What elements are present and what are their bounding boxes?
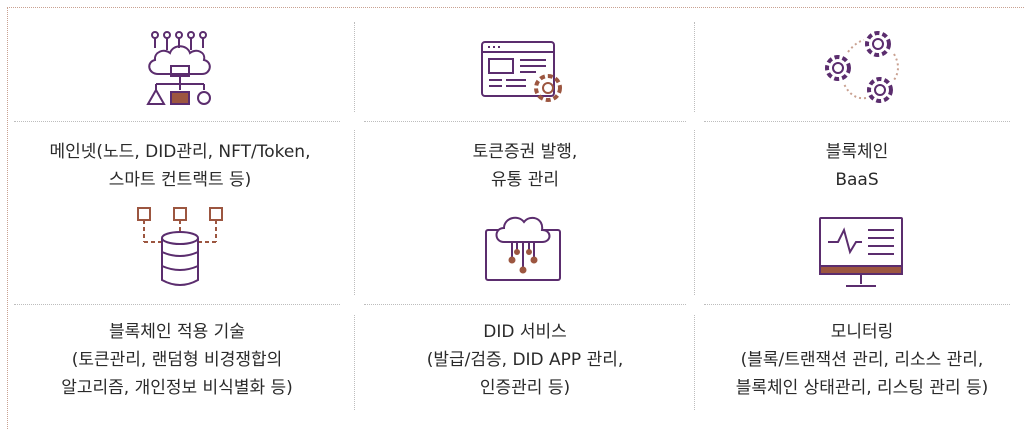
label-line: 스마트 컨트랙트 등) — [108, 170, 252, 190]
column-divider — [694, 315, 695, 410]
item-label-did-service: DID 서비스 (발급/검증, DID APP 관리, 인증관리 등) — [364, 318, 686, 402]
column-divider — [354, 130, 355, 295]
row-divider — [364, 304, 686, 305]
item-label-mainnet: 메인넷(노드, DID관리, NFT/Token, 스마트 컨트랙트 등) — [20, 138, 340, 194]
cloud-network-icon — [485, 216, 561, 281]
column-divider — [694, 22, 695, 112]
column-divider — [694, 130, 695, 295]
label-line: 알고리즘, 개인정보 비식별화 등) — [61, 378, 293, 398]
database-icon — [137, 207, 223, 286]
monitor-icon — [819, 217, 903, 287]
label-line: 블록체인 상태관리, 리스팅 관리 등) — [735, 378, 989, 398]
label-line: (블록/트랜잭션 관리, 리소스 관리, — [740, 350, 984, 370]
label-line: 블록체인 — [825, 142, 889, 162]
label-line: 모니터링 — [830, 322, 894, 342]
label-line: 인증관리 등) — [479, 378, 571, 398]
label-line: DID 서비스 — [483, 322, 567, 342]
web-settings-icon — [481, 41, 562, 102]
row-divider — [364, 121, 686, 122]
item-label-baas: 블록체인 BaaS — [704, 138, 1010, 194]
label-line: 메인넷(노드, DID관리, NFT/Token, — [49, 142, 311, 162]
item-label-token-securities: 토큰증권 발행, 유통 관리 — [364, 138, 686, 194]
column-divider — [354, 22, 355, 112]
column-divider — [354, 315, 355, 410]
label-line: (토큰관리, 랜덤형 비경쟁합의 — [71, 350, 283, 370]
row-divider — [14, 304, 340, 305]
gears-icon — [825, 31, 899, 103]
row-divider — [14, 121, 340, 122]
mainnet-network-icon — [146, 31, 211, 105]
label-line: (발급/검증, DID APP 관리, — [426, 350, 624, 370]
label-line: 유통 관리 — [491, 170, 559, 190]
label-line: 블록체인 적용 기술 — [109, 322, 245, 342]
item-label-blockchain-tech: 블록체인 적용 기술 (토큰관리, 랜덤형 비경쟁합의 알고리즘, 개인정보 비… — [14, 318, 340, 402]
label-line: BaaS — [835, 170, 879, 190]
item-label-monitoring: 모니터링 (블록/트랜잭션 관리, 리소스 관리, 블록체인 상태관리, 리스팅… — [704, 318, 1020, 402]
label-line: 토큰증권 발행, — [472, 142, 578, 162]
row-divider — [704, 121, 1010, 122]
row-divider — [704, 304, 1010, 305]
